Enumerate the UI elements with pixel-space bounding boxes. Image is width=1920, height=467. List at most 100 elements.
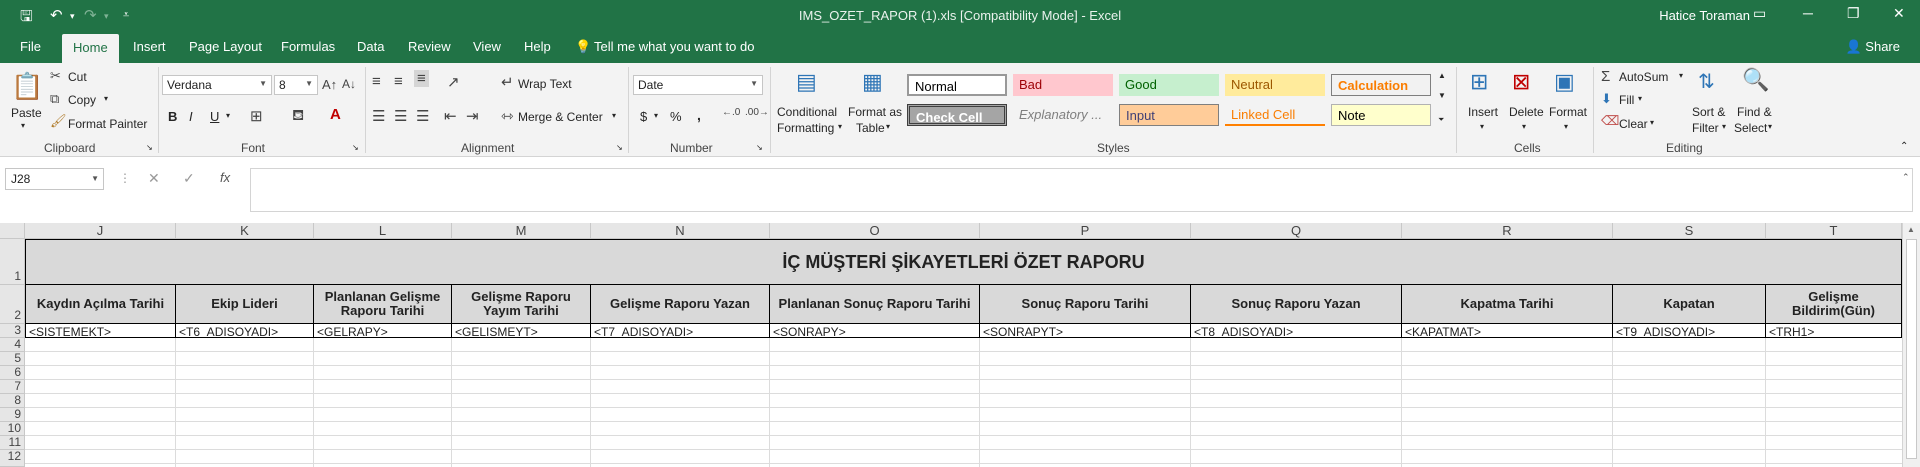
row-header-8[interactable]: 8 bbox=[0, 394, 25, 408]
orientation-icon[interactable]: ↗ bbox=[447, 73, 460, 91]
style-bad[interactable]: Bad bbox=[1013, 74, 1113, 96]
align-left-icon[interactable]: ☰ bbox=[372, 107, 385, 125]
header-cell[interactable]: Gelişme Raporu Yazan bbox=[591, 285, 770, 324]
header-cell[interactable]: Sonuç Raporu Yazan bbox=[1191, 285, 1402, 324]
row-header-5[interactable]: 5 bbox=[0, 352, 25, 366]
style-good[interactable]: Good bbox=[1119, 74, 1219, 96]
empty-cells-area[interactable] bbox=[25, 338, 1902, 467]
tab-home[interactable]: Home bbox=[62, 34, 119, 63]
borders-icon[interactable]: ⊞ bbox=[250, 107, 263, 125]
percent-button[interactable]: % bbox=[670, 109, 682, 124]
enter-icon[interactable]: ✓ bbox=[183, 170, 195, 187]
col-header-M[interactable]: M bbox=[452, 223, 591, 239]
row-header-2[interactable]: 2 bbox=[0, 285, 25, 324]
data-cell[interactable]: <T6_ADISOYADI> bbox=[176, 324, 314, 338]
alignment-launcher-icon[interactable]: ↘ bbox=[616, 143, 623, 152]
decrease-font-icon[interactable]: A↓ bbox=[342, 77, 356, 91]
tab-file[interactable]: File bbox=[20, 39, 41, 54]
currency-dropdown-icon[interactable]: ▾ bbox=[654, 111, 658, 120]
select-all-corner[interactable] bbox=[0, 223, 25, 239]
clear-dropdown-icon[interactable]: ▾ bbox=[1650, 118, 1654, 127]
data-cell[interactable]: <T8_ADISOYADI> bbox=[1191, 324, 1402, 338]
user-name[interactable]: Hatice Toraman bbox=[1659, 8, 1750, 23]
scroll-thumb[interactable] bbox=[1906, 239, 1917, 459]
copy-dropdown-icon[interactable]: ▾ bbox=[104, 94, 108, 103]
align-bottom-icon[interactable]: ≡ bbox=[414, 70, 429, 87]
style-neutral[interactable]: Neutral bbox=[1225, 74, 1325, 96]
header-cell[interactable]: Kaydın Açılma Tarihi bbox=[25, 285, 176, 324]
data-cell[interactable]: <T9_ADISOYADI> bbox=[1613, 324, 1766, 338]
header-cell[interactable]: Gelişme Bildirim(Gün) bbox=[1766, 285, 1902, 324]
style-input[interactable]: Input bbox=[1119, 104, 1219, 126]
decrease-decimal-icon[interactable]: .00→ bbox=[745, 107, 769, 118]
row-header-6[interactable]: 6 bbox=[0, 366, 25, 380]
font-family-dropdown[interactable]: Verdana ▼ bbox=[162, 75, 272, 95]
header-cell[interactable]: Planlanan Gelişme Raporu Tarihi bbox=[314, 285, 452, 324]
fill-button[interactable]: Fill bbox=[1619, 93, 1634, 107]
decrease-indent-icon[interactable]: ⇤ bbox=[444, 107, 457, 125]
style-explanatory[interactable]: Explanatory ... bbox=[1013, 104, 1113, 126]
share-button[interactable]: 👤 Share bbox=[1845, 39, 1900, 55]
formula-bar-options-icon[interactable]: ⋮ bbox=[119, 171, 131, 185]
tell-me-box[interactable]: Tell me what you want to do bbox=[594, 39, 754, 54]
tab-review[interactable]: Review bbox=[408, 39, 451, 54]
gallery-more-icon[interactable]: ⏷ bbox=[1438, 115, 1444, 125]
number-launcher-icon[interactable]: ↘ bbox=[756, 143, 763, 152]
insert-function-button[interactable]: fx bbox=[220, 170, 230, 185]
name-box[interactable]: J28 ▼ bbox=[5, 168, 104, 190]
data-cell[interactable]: <SONRAPYT> bbox=[980, 324, 1191, 338]
col-header-R[interactable]: R bbox=[1402, 223, 1613, 239]
fill-color-icon[interactable]: ⛾ bbox=[292, 107, 304, 126]
header-cell[interactable]: Sonuç Raporu Tarihi bbox=[980, 285, 1191, 324]
col-header-L[interactable]: L bbox=[314, 223, 452, 239]
style-normal[interactable]: Normal bbox=[907, 74, 1007, 96]
clipboard-launcher-icon[interactable]: ↘ bbox=[146, 143, 153, 152]
style-note[interactable]: Note bbox=[1331, 104, 1431, 126]
autosum-dropdown-icon[interactable]: ▾ bbox=[1679, 71, 1683, 80]
tab-data[interactable]: Data bbox=[357, 39, 384, 54]
currency-button[interactable]: $ bbox=[640, 109, 647, 124]
collapse-ribbon-icon[interactable]: ⌃ bbox=[1900, 141, 1908, 152]
gallery-down-icon[interactable]: ▼ bbox=[1438, 91, 1446, 100]
underline-button[interactable]: U bbox=[210, 109, 219, 124]
bold-button[interactable]: B bbox=[168, 109, 177, 124]
worksheet-grid[interactable]: J K L M N O P Q R S T 1 2 3 4 5 6 7 8 9 … bbox=[0, 223, 1920, 467]
data-cell[interactable]: <SISTEMEKT> bbox=[25, 324, 176, 338]
scroll-up-icon[interactable]: ▲ bbox=[1907, 225, 1915, 234]
expand-formula-bar-icon[interactable]: ⌃ bbox=[1902, 172, 1910, 183]
font-size-dropdown[interactable]: 8 ▼ bbox=[274, 75, 318, 95]
col-header-K[interactable]: K bbox=[176, 223, 314, 239]
fill-dropdown-icon[interactable]: ▾ bbox=[1638, 94, 1642, 103]
font-launcher-icon[interactable]: ↘ bbox=[352, 143, 359, 152]
gallery-up-icon[interactable]: ▲ bbox=[1438, 71, 1446, 80]
autosum-button[interactable]: AutoSum bbox=[1619, 70, 1668, 84]
report-title[interactable]: İÇ MÜŞTERİ ŞİKAYETLERİ ÖZET RAPORU bbox=[25, 239, 1902, 285]
col-header-J[interactable]: J bbox=[25, 223, 176, 239]
minimize-icon[interactable]: ─ bbox=[1803, 5, 1813, 21]
increase-font-icon[interactable]: A↑ bbox=[322, 77, 337, 92]
font-color-icon[interactable]: A bbox=[330, 106, 341, 123]
copy-button[interactable]: Copy bbox=[68, 93, 96, 107]
row-header-10[interactable]: 10 bbox=[0, 422, 25, 436]
align-center-icon[interactable]: ☰ bbox=[394, 107, 407, 125]
merge-center-button[interactable]: Merge & Center bbox=[518, 110, 603, 124]
row-header-9[interactable]: 9 bbox=[0, 408, 25, 422]
formula-input[interactable] bbox=[250, 168, 1913, 212]
data-cell[interactable]: <SONRAPY> bbox=[770, 324, 980, 338]
row-header-7[interactable]: 7 bbox=[0, 380, 25, 394]
vertical-scrollbar[interactable]: ▲ bbox=[1902, 223, 1920, 467]
col-header-Q[interactable]: Q bbox=[1191, 223, 1402, 239]
number-format-dropdown[interactable]: Date ▼ bbox=[633, 75, 763, 95]
header-cell[interactable]: Planlanan Sonuç Raporu Tarihi bbox=[770, 285, 980, 324]
tab-page-layout[interactable]: Page Layout bbox=[189, 39, 262, 54]
header-cell[interactable]: Ekip Lideri bbox=[176, 285, 314, 324]
row-header-4[interactable]: 4 bbox=[0, 338, 25, 352]
style-check-cell[interactable]: Check Cell bbox=[907, 104, 1007, 126]
align-right-icon[interactable]: ☰ bbox=[416, 107, 429, 125]
header-cell[interactable]: Kapatma Tarihi bbox=[1402, 285, 1613, 324]
row-header-12[interactable]: 12 bbox=[0, 450, 25, 467]
wrap-text-button[interactable]: Wrap Text bbox=[518, 77, 572, 91]
col-header-N[interactable]: N bbox=[591, 223, 770, 239]
data-cell[interactable]: <TRH1> bbox=[1766, 324, 1902, 338]
italic-button[interactable]: I bbox=[189, 109, 193, 124]
